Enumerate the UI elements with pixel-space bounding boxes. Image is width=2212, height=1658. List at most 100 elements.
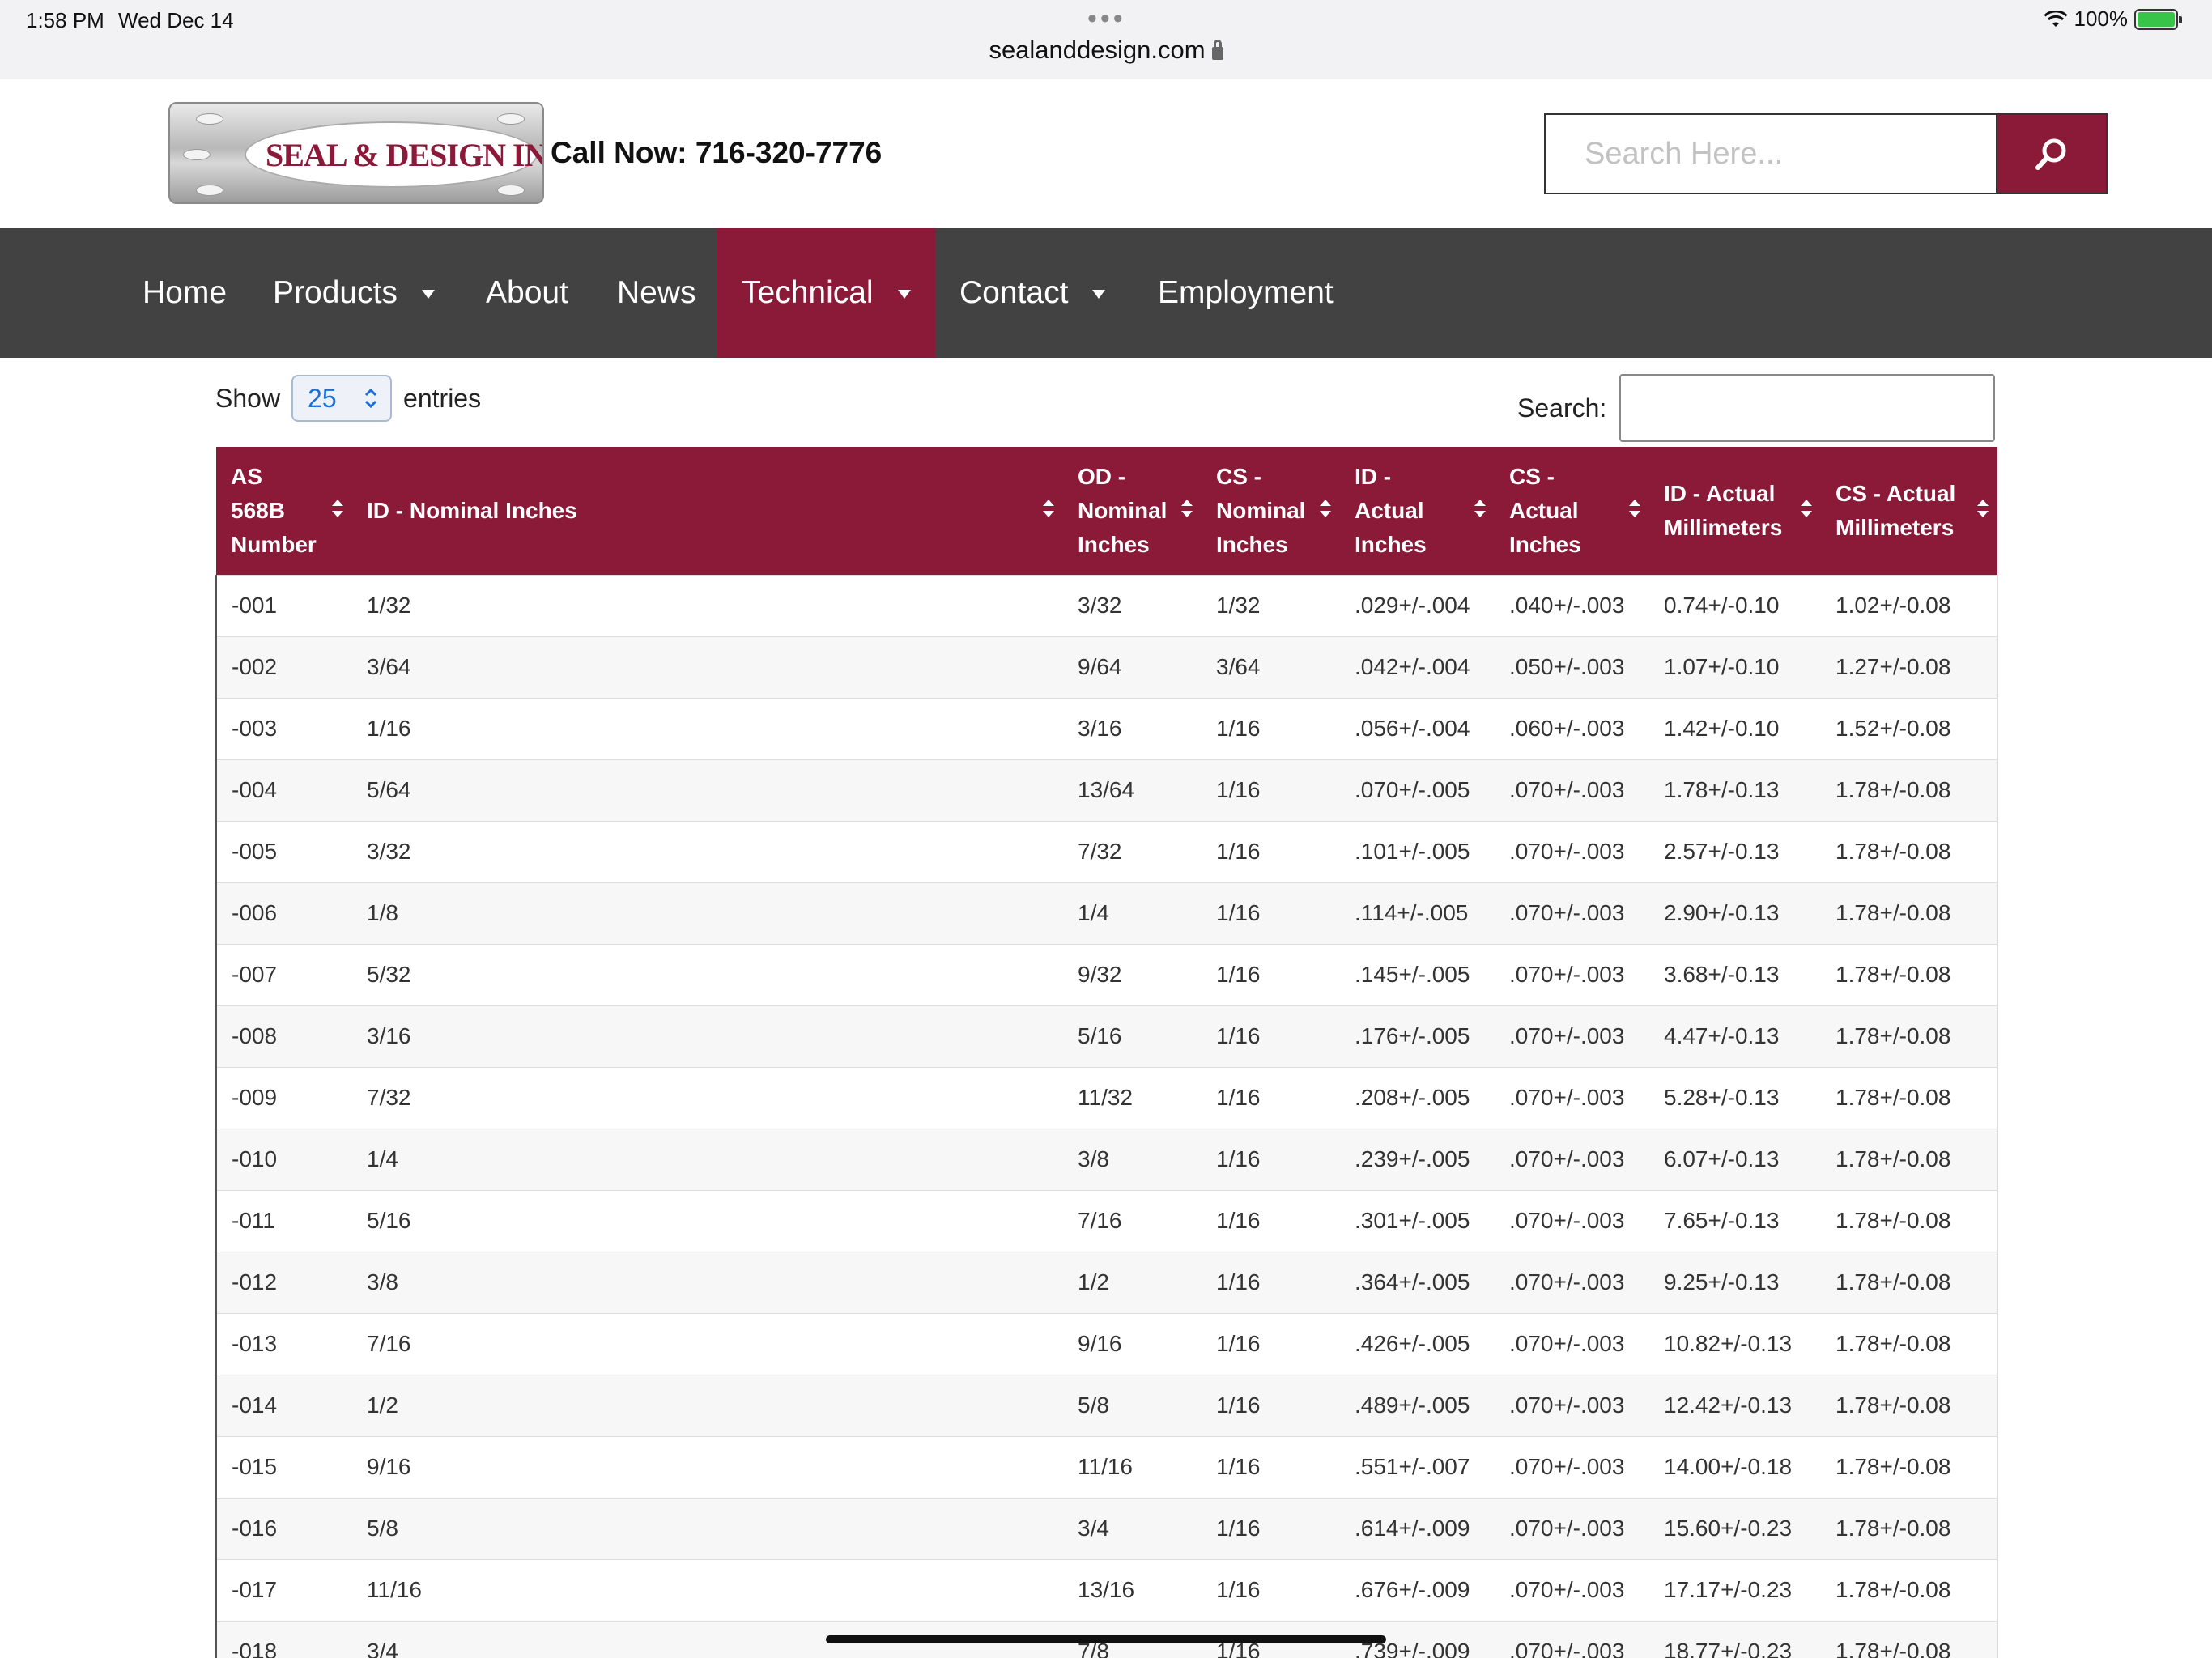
table-cell: .070+/-.003 <box>1495 882 1649 944</box>
sort-icon[interactable] <box>1800 496 1813 521</box>
table-cell: .050+/-.003 <box>1495 636 1649 698</box>
sort-icon[interactable] <box>1319 496 1332 521</box>
multitasking-dots-icon[interactable]: ••• <box>1087 3 1126 35</box>
table-cell: .070+/-.005 <box>1340 759 1495 821</box>
sort-icon[interactable] <box>1976 496 1989 521</box>
table-cell: -003 <box>215 697 352 759</box>
nav-employment[interactable]: Employment <box>1134 228 1358 358</box>
phone-number[interactable]: 716-320-7776 <box>696 136 882 169</box>
table-row: -012 3/8 1/2 1/16.364+/-.005.070+/-.003 9.25… <box>215 1251 1998 1313</box>
table-cell: .070+/-.003 <box>1495 1558 1649 1621</box>
site-search-button[interactable] <box>1997 113 2108 194</box>
table-cell: 11/16 <box>1063 1435 1202 1498</box>
table-cell: -007 <box>215 943 352 1005</box>
table-cell: 5/32 <box>352 943 1063 1005</box>
table-cell: 5/16 <box>352 1189 1063 1252</box>
table-cell: -014 <box>215 1374 352 1436</box>
entries-select[interactable]: 25 <box>291 375 393 422</box>
status-date: Wed Dec 14 <box>118 8 234 32</box>
table-cell: 1/16 <box>1202 1558 1340 1621</box>
home-indicator[interactable] <box>826 1635 1386 1643</box>
column-header[interactable]: AS 568B Number <box>216 447 352 575</box>
site-search-field[interactable] <box>1544 113 1997 194</box>
table-cell: 3.68+/-0.13 <box>1649 943 1821 1005</box>
table-cell: .208+/-.005 <box>1340 1066 1495 1129</box>
table-row: -008 3/16 5/16 1/16.176+/-.005.070+/-.003 4.… <box>215 1005 1998 1067</box>
company-logo[interactable]: SEAL & DESIGN INC. <box>168 102 544 204</box>
call-now[interactable]: Call Now: 716-320-7776 <box>551 136 882 170</box>
table-header-row: AS 568B Number ID - Nominal Inches OD - No… <box>216 447 1997 575</box>
table-cell: -013 <box>215 1312 352 1375</box>
table-cell: -011 <box>215 1189 352 1252</box>
table-cell: .145+/-.005 <box>1340 943 1495 1005</box>
table-cell: 1/16 <box>1202 1189 1340 1252</box>
sort-icon[interactable] <box>1042 496 1055 521</box>
column-header-label: OD - Nominal Inches <box>1078 463 1168 557</box>
table-cell: 1/16 <box>352 697 1063 759</box>
nav-technical[interactable]: Technical <box>717 228 935 358</box>
table-cell: .614+/-.009 <box>1340 1497 1495 1559</box>
nav-products[interactable]: Products <box>249 228 459 358</box>
nav-news[interactable]: News <box>593 228 721 358</box>
url-text: sealanddesign.com <box>989 36 1206 64</box>
table-cell: 1.78+/-0.08 <box>1821 1066 1998 1129</box>
table-row: -006 1/8 1/4 1/16.114+/-.005.070+/-.003 2.90… <box>215 882 1998 944</box>
column-header[interactable]: CS - Actual Millimeters <box>1821 447 1997 575</box>
table-cell: 10.82+/-0.13 <box>1649 1312 1821 1375</box>
table-cell: -017 <box>215 1558 352 1621</box>
table-cell: 1/16 <box>1202 1251 1340 1313</box>
logo-hole-icon <box>183 149 211 160</box>
table-search-input[interactable] <box>1619 374 1996 442</box>
logo-text: SEAL & DESIGN INC. <box>266 137 544 173</box>
entries-select-value: 25 <box>308 383 337 413</box>
table-cell: 9/16 <box>352 1435 1063 1498</box>
table-cell: 2.90+/-0.13 <box>1649 882 1821 944</box>
column-header[interactable]: OD - Nominal Inches <box>1063 447 1202 575</box>
table-cell: -009 <box>215 1066 352 1129</box>
address-bar[interactable]: sealanddesign.com <box>0 36 2212 65</box>
column-header[interactable]: ID - Actual Millimeters <box>1649 447 1821 575</box>
table-cell: 3/8 <box>1063 1128 1202 1190</box>
column-header[interactable]: CS - Actual Inches <box>1495 447 1649 575</box>
table-cell: 1.78+/-0.08 <box>1821 943 1998 1005</box>
table-cell: 6.07+/-0.13 <box>1649 1128 1821 1190</box>
sort-icon[interactable] <box>331 496 344 521</box>
sort-icon[interactable] <box>1180 496 1193 521</box>
sort-icon[interactable] <box>1628 496 1641 521</box>
table-cell: 1.52+/-0.08 <box>1821 697 1998 759</box>
table-cell: .070+/-.003 <box>1495 1005 1649 1067</box>
table-cell: 3/8 <box>352 1251 1063 1313</box>
table-cell: .056+/-.004 <box>1340 697 1495 759</box>
sort-icon[interactable] <box>1474 496 1487 521</box>
table-cell: .239+/-.005 <box>1340 1128 1495 1190</box>
table-cell: .070+/-.003 <box>1495 1497 1649 1559</box>
nav-about[interactable]: About <box>462 228 593 358</box>
table-cell: 12.42+/-0.13 <box>1649 1374 1821 1436</box>
nav-home[interactable]: Home <box>118 228 251 358</box>
column-header[interactable]: CS - Nominal Inches <box>1202 447 1340 575</box>
entries-length-control: Show 25 entries <box>215 374 481 423</box>
table-cell: 9/64 <box>1063 636 1202 698</box>
table-cell: 1.78+/-0.08 <box>1821 1374 1998 1436</box>
column-header-label: CS - Nominal Inches <box>1216 463 1306 557</box>
site-search-input[interactable] <box>1546 115 1996 193</box>
table-cell: -004 <box>215 759 352 821</box>
table-cell: 7.65+/-0.13 <box>1649 1189 1821 1252</box>
table-cell: 1.78+/-0.08 <box>1821 820 1998 882</box>
column-header-label: CS - Actual Inches <box>1509 463 1581 557</box>
table-cell: 3/64 <box>1202 636 1340 698</box>
select-updown-icon <box>364 388 377 409</box>
table-row: -003 1/16 3/16 1/16.056+/-.004.060+/-.003 1.… <box>215 697 1998 759</box>
table-cell: 1/16 <box>1202 1497 1340 1559</box>
table-cell: 13/64 <box>1063 759 1202 821</box>
column-header[interactable]: ID - Nominal Inches <box>352 447 1063 575</box>
column-header[interactable]: ID - Actual Inches <box>1340 447 1495 575</box>
nav-contact-label: Contact <box>959 275 1069 310</box>
main-navigation: Home Products About News Technical Conta… <box>0 228 2212 358</box>
table-cell: 3/32 <box>1063 574 1202 636</box>
table-cell: 1/16 <box>1202 820 1340 882</box>
table-cell: .070+/-.003 <box>1495 1251 1649 1313</box>
table-row: -010 1/4 3/8 1/16.239+/-.005.070+/-.003 6.07… <box>215 1128 1998 1190</box>
battery-percent: 100% <box>2074 6 2129 31</box>
nav-contact[interactable]: Contact <box>935 228 1129 358</box>
